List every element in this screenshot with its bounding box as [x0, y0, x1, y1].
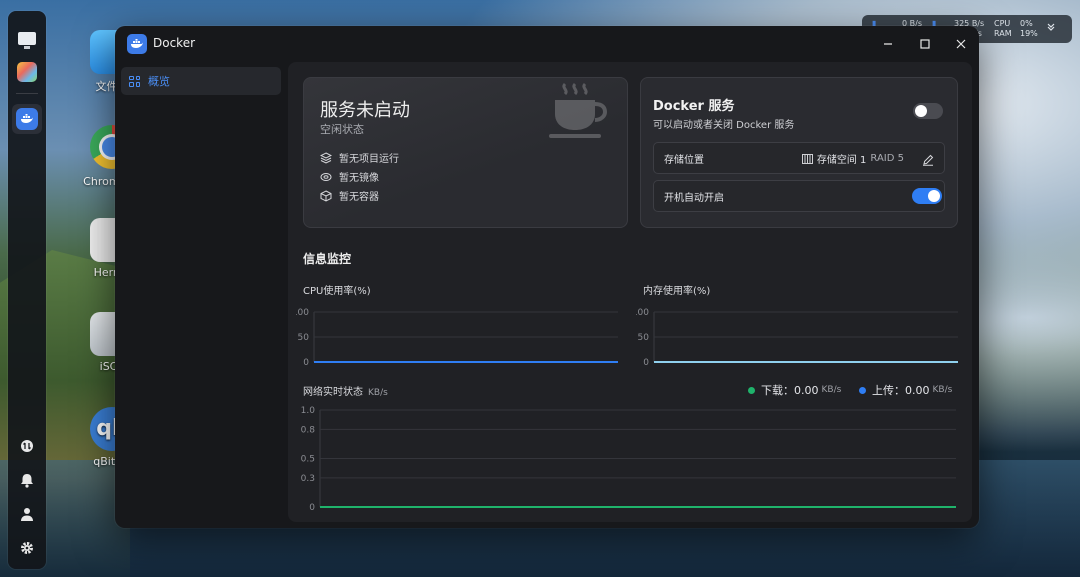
sidebar: 概览: [115, 62, 287, 528]
dock-docker-button[interactable]: [12, 104, 42, 134]
service-status-card: 服务未启动 空闲状态 暂无项目运行 暂无镜像 暂无容器: [303, 77, 628, 228]
dock-divider: [16, 93, 38, 94]
app-center-icon: [17, 62, 37, 82]
legend-download: 下载： 0.00 KB/s: [748, 382, 841, 398]
y-tick-label: 100: [296, 308, 309, 318]
tray-ram-value: 19%: [1020, 29, 1038, 38]
dock-user-button[interactable]: [12, 501, 42, 531]
storage-pool-icon: [801, 153, 813, 164]
dock-apps-button[interactable]: [12, 57, 42, 87]
box-icon: [320, 189, 332, 202]
maximize-button[interactable]: [913, 34, 937, 54]
docker-service-subtitle: 可以启动或者关闭 Docker 服务: [653, 120, 795, 131]
memory-chart-title: 内存使用率(%): [643, 286, 711, 297]
y-tick-label: 0: [303, 358, 309, 368]
sidebar-item-overview[interactable]: 概览: [121, 67, 281, 95]
status-row-containers: 暂无容器: [320, 188, 379, 203]
docker-whale-icon: [16, 108, 38, 130]
window-title: Docker: [153, 36, 196, 50]
docker-service-card: Docker 服务 可以启动或者关闭 Docker 服务 存储位置 存储空间 1…: [640, 77, 958, 228]
maximize-icon: [920, 39, 930, 49]
network-chart: 1.0 0.8 0.5 0.3 0: [301, 406, 956, 513]
y-tick-label: 1.0: [301, 406, 316, 416]
monitor-section-title: 信息监控: [303, 252, 352, 266]
close-button[interactable]: [949, 34, 973, 54]
cpu-usage-chart: 100 50 0: [296, 308, 618, 368]
window-titlebar[interactable]: Docker: [115, 26, 979, 62]
autostart-row: 开机自动开启: [653, 180, 945, 212]
autostart-label: 开机自动开启: [664, 193, 724, 204]
dock-sync-button[interactable]: [12, 433, 42, 463]
network-chart-title: 网络实时状态 KB/s: [303, 387, 388, 398]
autostart-toggle[interactable]: [912, 188, 942, 204]
gear-icon: [20, 541, 34, 559]
y-tick-label: 100: [636, 308, 649, 318]
y-tick-label: 0.8: [301, 425, 316, 435]
download-dot: [748, 386, 755, 394]
storage-location-label: 存储位置: [664, 155, 704, 166]
minimize-icon: [884, 43, 892, 45]
legend-upload: 上传： 0.00 KB/s: [859, 382, 952, 398]
y-tick-label: 50: [298, 333, 310, 343]
y-tick-label: 0.5: [301, 455, 315, 465]
upload-dot: [859, 386, 866, 394]
dock-desktop-button[interactable]: [12, 23, 42, 53]
monitor-icon: [18, 31, 36, 49]
y-tick-label: 0: [309, 503, 315, 513]
service-status-title: 服务未启动: [320, 100, 410, 121]
sync-icon: [20, 439, 34, 457]
chevron-down-icon[interactable]: [1046, 22, 1056, 35]
grid-icon: [129, 75, 140, 87]
tray-cpu-label: CPU: [994, 19, 1011, 28]
close-icon: [956, 39, 966, 49]
y-tick-label: 0.3: [301, 474, 315, 484]
coffee-cup-icon: [549, 82, 608, 138]
user-icon: [20, 507, 34, 525]
dock-notifications-button[interactable]: [12, 467, 42, 497]
dock: [8, 11, 46, 569]
memory-usage-chart: 100 50 0: [636, 308, 958, 368]
overview-panel: 服务未启动 空闲状态 暂无项目运行 暂无镜像 暂无容器 Docker 服务 可以…: [288, 62, 972, 522]
y-tick-label: 50: [638, 333, 650, 343]
docker-service-toggle[interactable]: [913, 103, 943, 119]
tray-cpu-value: 0%: [1020, 19, 1033, 28]
status-row-images: 暂无镜像: [320, 169, 379, 184]
bell-icon: [20, 473, 34, 492]
docker-service-title: Docker 服务: [653, 99, 735, 114]
status-row-projects: 暂无项目运行: [320, 150, 399, 165]
tray-ram-label: RAM: [994, 29, 1012, 38]
minimize-button[interactable]: [876, 34, 900, 54]
disc-icon: [320, 171, 332, 183]
cpu-chart-title: CPU使用率(%): [303, 286, 371, 297]
storage-location-row[interactable]: 存储位置 存储空间 1 RAID 5: [653, 142, 945, 174]
docker-window: Docker 概览 服务未启动 空闲状态 暂无项目运行 暂无镜像 暂无容器 Do…: [115, 26, 979, 528]
service-status-subtitle: 空闲状态: [320, 123, 364, 136]
docker-logo-icon: [127, 34, 147, 54]
edit-pencil-icon[interactable]: [922, 151, 934, 170]
layers-icon: [320, 151, 332, 164]
dock-settings-button[interactable]: [12, 535, 42, 565]
storage-location-value: 存储空间 1 RAID 5: [801, 151, 904, 166]
y-tick-label: 0: [643, 358, 649, 368]
